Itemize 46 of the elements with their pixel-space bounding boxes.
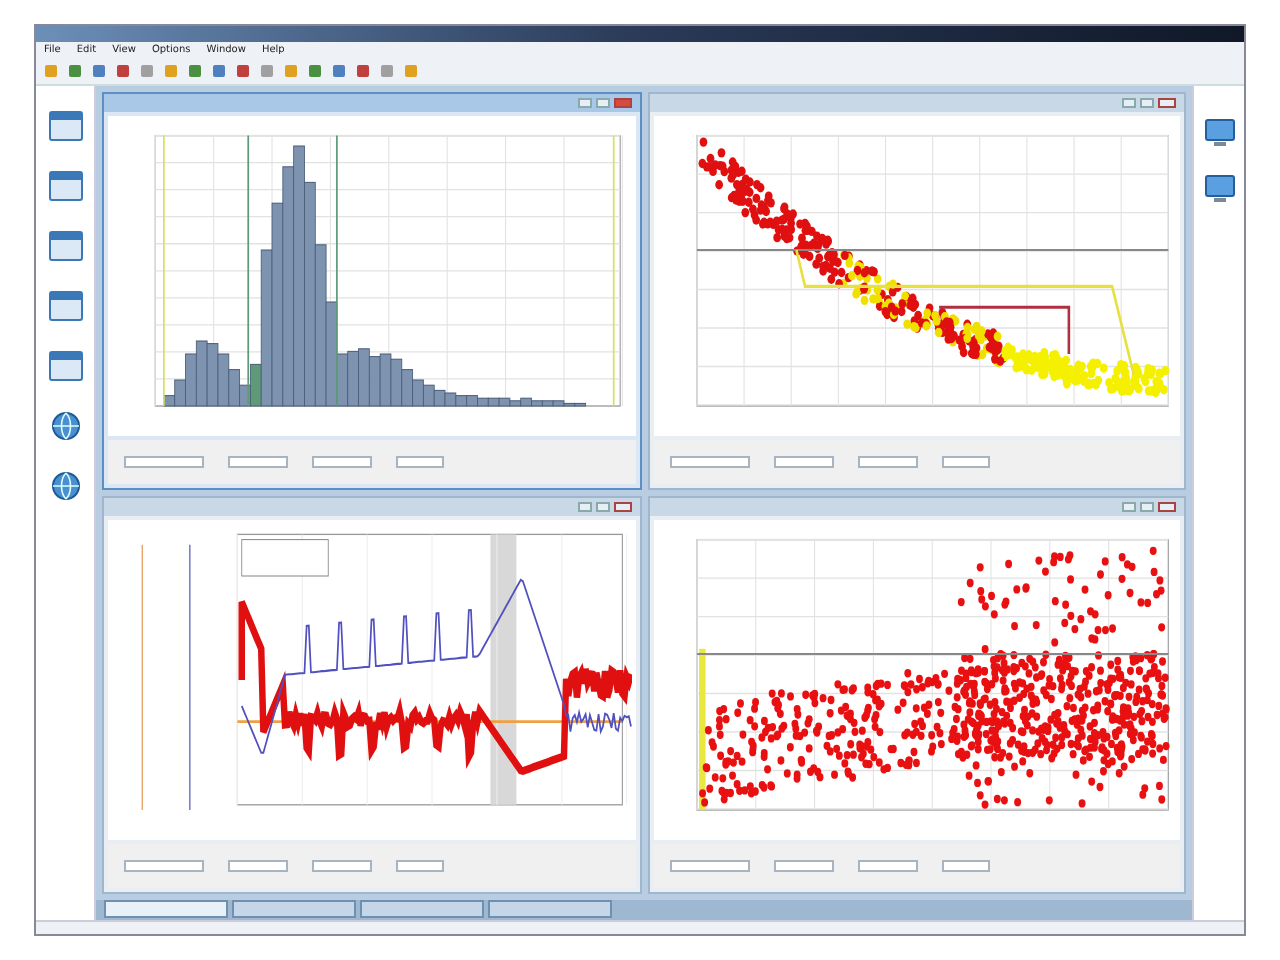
input-field[interactable] [228,860,288,872]
input-field[interactable] [396,456,444,468]
input-field[interactable] [941,456,989,468]
window-icon[interactable] [47,110,83,142]
cursor-line[interactable] [247,134,250,407]
input-field[interactable] [773,456,833,468]
input-field[interactable] [312,456,372,468]
window-tab[interactable] [104,900,228,918]
monitor-icon[interactable] [1201,174,1237,206]
window-icon[interactable] [47,170,83,202]
input-field[interactable] [857,456,917,468]
input-field[interactable] [669,456,749,468]
globe-icon[interactable] [49,470,81,502]
input-field[interactable] [773,860,833,872]
limit-line[interactable] [612,134,615,407]
window-tab[interactable] [488,900,612,918]
minimize-button[interactable] [577,502,591,512]
window-icon[interactable] [47,230,83,262]
limit-line[interactable] [162,134,165,407]
close-button[interactable] [1158,98,1176,108]
maximize-button[interactable] [595,502,609,512]
maximize-button[interactable] [595,98,609,108]
close-button[interactable] [613,98,631,108]
window-tab[interactable] [360,900,484,918]
close-button[interactable] [613,502,631,512]
window-icon[interactable] [47,350,83,382]
input-field[interactable] [669,860,749,872]
input-field[interactable] [228,456,288,468]
input-field[interactable] [312,860,372,872]
minimize-button[interactable] [1122,98,1136,108]
close-button[interactable] [1158,502,1176,512]
input-field[interactable] [396,860,444,872]
minimize-button[interactable] [577,98,591,108]
window-icon[interactable] [47,290,83,322]
globe-icon[interactable] [49,410,81,442]
input-field[interactable] [124,860,204,872]
maximize-button[interactable] [1140,502,1154,512]
maximize-button[interactable] [1140,98,1154,108]
cursor-line[interactable] [335,134,338,407]
window-tab[interactable] [232,900,356,918]
input-field[interactable] [124,456,204,468]
monitor-icon[interactable] [1201,118,1237,150]
input-field[interactable] [941,860,989,872]
input-field[interactable] [857,860,917,872]
legend-box [241,539,329,577]
minimize-button[interactable] [1122,502,1136,512]
